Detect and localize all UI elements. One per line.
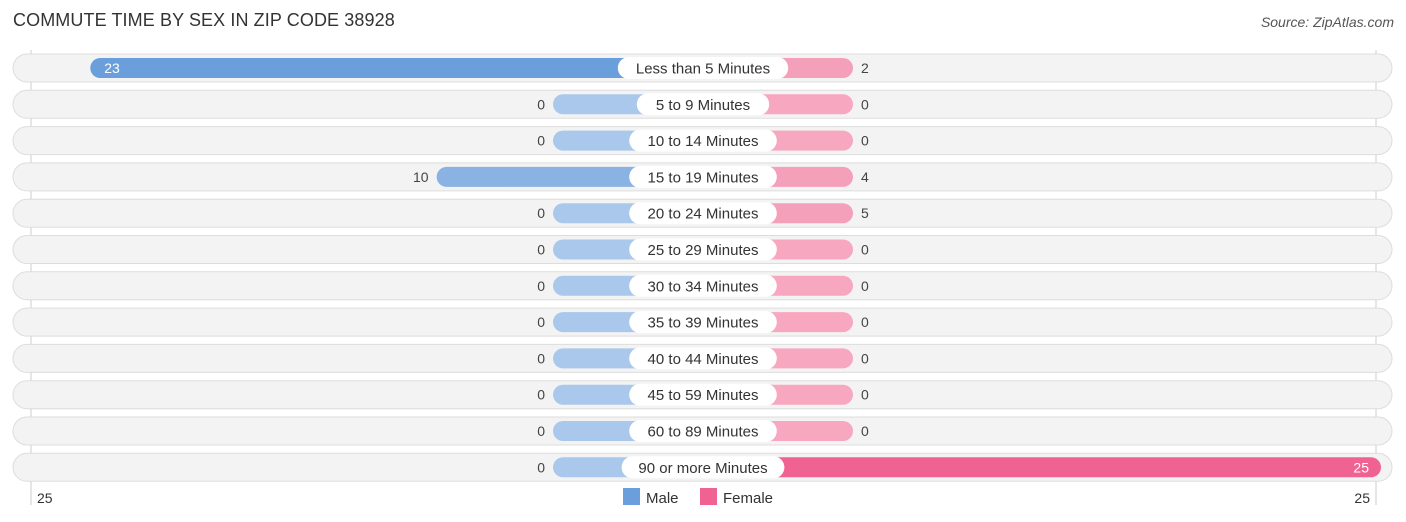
category-label: 35 to 39 Minutes (648, 315, 759, 332)
female-value-label: 2 (861, 60, 869, 76)
category-label: 90 or more Minutes (638, 460, 767, 477)
female-value-label: 5 (861, 205, 869, 221)
category-row: 15 to 19 Minutes 10 4 (12, 162, 1393, 192)
category-label: 40 to 44 Minutes (648, 351, 759, 368)
category-label: 30 to 34 Minutes (648, 278, 759, 295)
category-row: 30 to 34 Minutes 0 0 (12, 271, 1393, 301)
category-label: 15 to 19 Minutes (648, 169, 759, 186)
male-value-label: 10 (413, 169, 429, 185)
legend-female-label: Female (723, 490, 773, 507)
male-value-label: 0 (537, 459, 545, 475)
male-value-label: 0 (537, 205, 545, 221)
axis-label-right: 25 (1354, 490, 1370, 506)
category-label: 5 to 9 Minutes (656, 97, 750, 114)
category-row: 60 to 89 Minutes 0 0 (12, 416, 1393, 446)
category-label: Less than 5 Minutes (636, 61, 770, 78)
legend-male-swatch (623, 488, 640, 505)
female-bar (703, 457, 1381, 478)
legend-male-label: Male (646, 490, 679, 507)
legend: Male Female (623, 488, 773, 507)
female-value-label: 0 (861, 423, 869, 439)
category-row: 35 to 39 Minutes 0 0 (12, 307, 1393, 337)
category-row: 10 to 14 Minutes 0 0 (12, 126, 1393, 156)
category-row: Less than 5 Minutes 23 2 (12, 53, 1393, 83)
female-value-label: 0 (861, 133, 869, 149)
male-bar (90, 58, 703, 78)
category-label: 25 to 29 Minutes (648, 242, 759, 259)
legend-female-swatch (700, 488, 717, 505)
female-value-label: 0 (861, 96, 869, 112)
female-value-label: 0 (861, 278, 869, 294)
male-value-label: 0 (537, 133, 545, 149)
female-value-label: 0 (861, 242, 869, 258)
male-value-label: 0 (537, 96, 545, 112)
category-row: 20 to 24 Minutes 0 5 (12, 198, 1393, 228)
category-row: 40 to 44 Minutes 0 0 (12, 343, 1393, 373)
category-label: 10 to 14 Minutes (648, 133, 759, 150)
category-row: 5 to 9 Minutes 0 0 (12, 89, 1393, 119)
female-value-label: 0 (861, 387, 869, 403)
female-value-label: 4 (861, 169, 869, 185)
category-row: 90 or more Minutes 0 25 (12, 452, 1393, 482)
category-row: 45 to 59 Minutes 0 0 (12, 380, 1393, 410)
chart: Less than 5 Minutes23 25 to 9 Minutes0 010… (12, 50, 1393, 507)
male-value-label: 0 (537, 423, 545, 439)
category-row: 25 to 29 Minutes 0 0 (12, 235, 1393, 264)
axis-label-left: 25 (37, 490, 53, 506)
male-value-label: 0 (537, 387, 545, 403)
female-value-label: 0 (861, 350, 869, 366)
male-value-label: 0 (537, 242, 545, 258)
category-label: 45 to 59 Minutes (648, 387, 759, 404)
category-label: 60 to 89 Minutes (648, 424, 759, 441)
category-label: 20 to 24 Minutes (648, 206, 759, 223)
male-value-label: 0 (537, 314, 545, 330)
female-value-label: 0 (861, 314, 869, 330)
female-value-label: 25 (1353, 459, 1369, 475)
male-value-label: 0 (537, 350, 545, 366)
male-value-label: 0 (537, 278, 545, 294)
male-value-label: 23 (104, 60, 120, 76)
